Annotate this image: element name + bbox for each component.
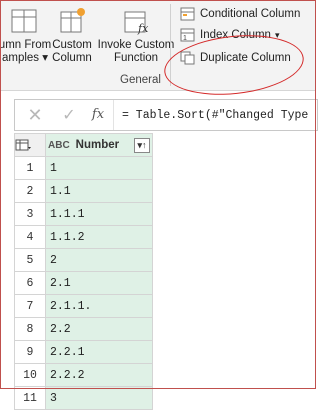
- cell-value[interactable]: 3: [45, 386, 153, 410]
- table-row[interactable]: 11 3: [14, 386, 153, 410]
- row-number[interactable]: 11: [14, 386, 46, 410]
- image-border: [0, 0, 316, 389]
